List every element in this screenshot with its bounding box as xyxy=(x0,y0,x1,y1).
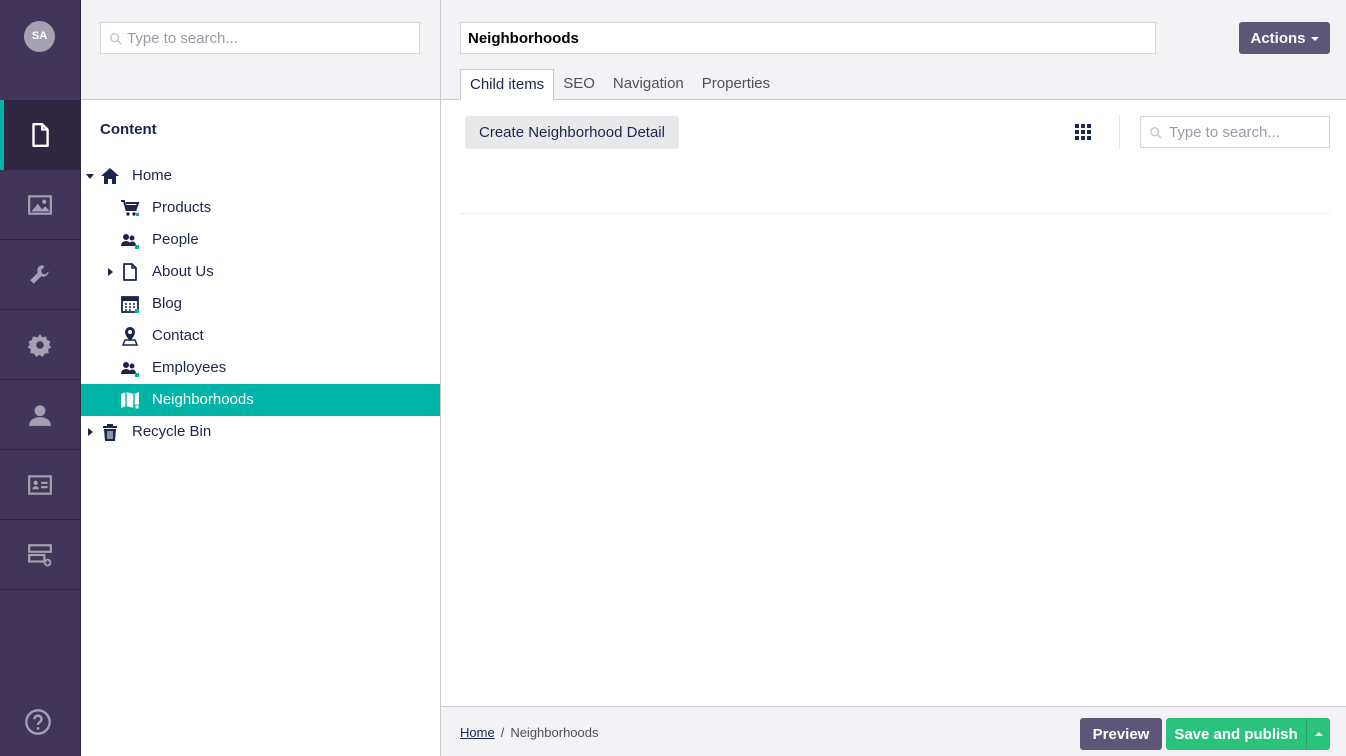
list-divider xyxy=(460,213,1330,214)
content-tree-panel: Content Home Products People About Us Bl… xyxy=(81,0,441,756)
caret-right-icon[interactable] xyxy=(85,427,95,437)
tree-node-label: Blog xyxy=(152,295,183,312)
list-search[interactable] xyxy=(1140,116,1330,148)
image-icon xyxy=(28,194,52,215)
breadcrumb-current: Neighborhoods xyxy=(510,725,599,740)
tree-node-employees[interactable]: Employees xyxy=(81,352,440,384)
node-name-input[interactable] xyxy=(460,22,1156,54)
editor-tabs: Child items SEO Navigation Properties xyxy=(460,69,779,101)
preview-button[interactable]: Preview xyxy=(1080,718,1162,750)
gear-icon xyxy=(27,333,52,357)
home-icon xyxy=(101,168,119,184)
save-and-publish-button[interactable]: Save and publish xyxy=(1166,718,1306,750)
section-forms[interactable] xyxy=(0,520,80,590)
map-icon xyxy=(121,392,140,410)
editor-header: Actions Child items SEO Navigation Prope… xyxy=(441,0,1346,101)
tree-node-label: Home xyxy=(132,167,173,184)
tree-search[interactable] xyxy=(100,22,420,54)
tree-node-label: Contact xyxy=(152,327,204,344)
caret-up-icon xyxy=(1314,732,1323,736)
actions-label: Actions xyxy=(1250,29,1306,47)
tree-section-title: Content xyxy=(100,121,157,138)
form-icon xyxy=(28,543,52,566)
tab-navigation[interactable]: Navigation xyxy=(604,69,693,100)
breadcrumb: Home / Neighborhoods xyxy=(460,725,599,740)
tree-node-products[interactable]: Products xyxy=(81,192,440,224)
users-icon xyxy=(121,234,139,249)
tree-node-label: About Us xyxy=(152,263,214,280)
tab-properties[interactable]: Properties xyxy=(693,69,779,100)
caret-down-icon xyxy=(1310,37,1319,41)
toolbar-divider xyxy=(1119,115,1120,149)
tree-node-contact[interactable]: Contact xyxy=(81,320,440,352)
section-content[interactable] xyxy=(0,100,80,170)
section-users[interactable] xyxy=(0,380,80,450)
tree-search-input[interactable] xyxy=(127,23,412,53)
user-icon xyxy=(29,404,51,426)
grid-view-icon[interactable] xyxy=(1075,124,1091,140)
tab-seo[interactable]: SEO xyxy=(554,69,604,100)
publish-options-button[interactable] xyxy=(1306,718,1330,750)
tree-node-home[interactable]: Home xyxy=(81,160,440,192)
editor-footer: Home / Neighborhoods Preview Save and pu… xyxy=(441,706,1346,756)
tree-header xyxy=(81,0,440,100)
document-icon xyxy=(123,263,137,281)
section-members[interactable] xyxy=(0,450,80,520)
tree-node-people[interactable]: People xyxy=(81,224,440,256)
tab-child-items[interactable]: Child items xyxy=(460,69,555,101)
caret-right-icon[interactable] xyxy=(105,267,115,277)
tree-node-label: Neighborhoods xyxy=(152,391,254,408)
section-rail: SA xyxy=(0,0,81,756)
actions-button[interactable]: Actions xyxy=(1239,22,1330,54)
tree-node-label: Products xyxy=(152,199,212,216)
users-icon xyxy=(121,362,139,377)
create-child-button[interactable]: Create Neighborhood Detail xyxy=(465,116,679,149)
map-pin-icon xyxy=(121,327,139,346)
id-card-icon xyxy=(28,474,52,495)
user-avatar[interactable]: SA xyxy=(24,21,55,52)
section-media[interactable] xyxy=(0,170,80,240)
calendar-icon xyxy=(121,296,139,313)
search-icon xyxy=(1150,127,1162,139)
wrench-icon xyxy=(30,264,49,284)
list-search-input[interactable] xyxy=(1169,117,1324,147)
section-packages[interactable] xyxy=(0,310,80,380)
tree-node-blog[interactable]: Blog xyxy=(81,288,440,320)
tree-node-label: People xyxy=(152,231,199,248)
tree-node-about-us[interactable]: About Us xyxy=(81,256,440,288)
tree-node-recycle-bin[interactable]: Recycle Bin xyxy=(81,416,440,448)
search-icon xyxy=(110,33,122,45)
breadcrumb-home-link[interactable]: Home xyxy=(460,725,495,740)
document-icon xyxy=(32,122,49,147)
tree-node-neighborhoods[interactable]: Neighborhoods xyxy=(81,384,440,416)
editor-panel: Actions Child items SEO Navigation Prope… xyxy=(441,0,1346,756)
caret-down-icon[interactable] xyxy=(85,171,95,181)
cart-icon xyxy=(121,200,140,216)
trash-icon xyxy=(103,424,117,441)
section-settings[interactable] xyxy=(0,240,80,310)
tree-node-label: Employees xyxy=(152,359,227,376)
help-icon[interactable] xyxy=(24,708,52,736)
breadcrumb-separator: / xyxy=(500,725,505,740)
tree-node-label: Recycle Bin xyxy=(132,423,212,440)
